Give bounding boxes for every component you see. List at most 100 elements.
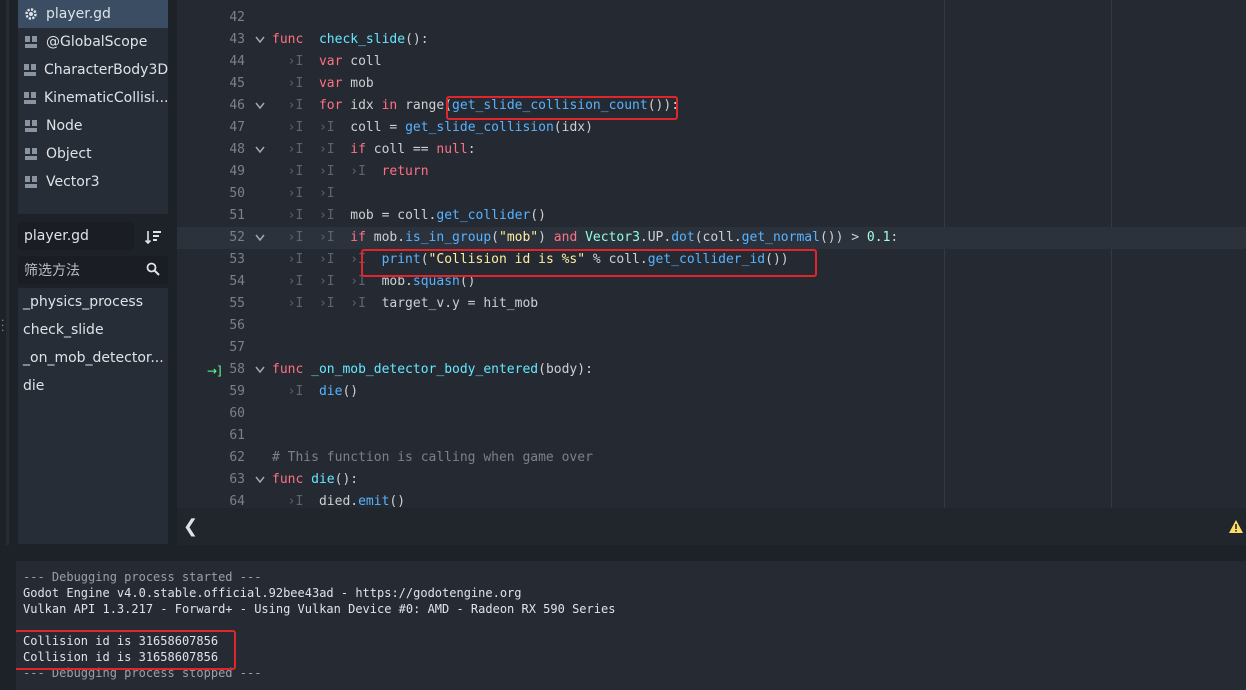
output-line: --- Debugging process stopped ---	[23, 666, 262, 680]
code-text: func _on_mob_detector_body_entered(body)…	[272, 362, 593, 377]
line-number: 60	[229, 406, 245, 421]
fold-arrow-icon[interactable]	[255, 476, 265, 484]
output-line: Collision id is 31658607856	[23, 650, 219, 664]
code-text: ›I ›I	[272, 186, 335, 201]
line-number: 45	[229, 76, 245, 91]
fold-arrow-icon[interactable]	[255, 366, 265, 374]
doc-icon	[23, 146, 39, 162]
code-line: 45 ›I var mob	[177, 73, 1246, 95]
code-editor[interactable]: 42 43 func check_slide(): 44 ›I var coll…	[177, 0, 1246, 508]
code-text: ›I died.emit()	[272, 494, 406, 508]
line-number: 63	[229, 472, 245, 487]
line-number: 56	[229, 318, 245, 333]
panel-separator	[0, 545, 1246, 561]
script-item-label: CharacterBody3D	[44, 62, 168, 78]
code-text: # This function is calling when game ove…	[272, 450, 593, 465]
script-list: player.gd @GlobalScope CharacterBody3D K…	[18, 0, 168, 214]
script-item-label: @GlobalScope	[46, 34, 148, 50]
sort-icon[interactable]	[144, 228, 162, 246]
filter-placeholder: 筛选方法	[24, 263, 80, 279]
code-text: func check_slide():	[272, 32, 429, 47]
line-number: 50	[229, 186, 245, 201]
warning-icon[interactable]	[1228, 519, 1244, 538]
code-text: ›I for idx in range(get_slide_collision_…	[272, 98, 680, 113]
code-text: func die():	[272, 472, 359, 487]
code-line: 50 ›I ›I	[177, 183, 1246, 205]
code-text: ›I var coll	[272, 54, 382, 69]
code-line: 51 ›I ›I mob = coll.get_collider()	[177, 205, 1246, 227]
line-number: 43	[229, 32, 245, 47]
filter-methods-input[interactable]: 筛选方法	[18, 256, 168, 284]
code-line: 43 func check_slide():	[177, 29, 1246, 51]
method-item[interactable]: check_slide	[18, 316, 168, 344]
method-item[interactable]: _physics_process	[18, 288, 168, 316]
fold-arrow-icon[interactable]	[255, 146, 265, 154]
script-item-player-gd[interactable]: player.gd	[18, 0, 168, 28]
code-text: ›I die()	[272, 384, 359, 399]
doc-icon	[23, 174, 39, 190]
line-number: 47	[229, 120, 245, 135]
line-number: 61	[229, 428, 245, 443]
code-line: 54 ›I ›I ›I mob.squash()	[177, 271, 1246, 293]
method-item[interactable]: _on_mob_detector...	[18, 344, 168, 372]
code-line: 62 # This function is calling when game …	[177, 447, 1246, 469]
line-number: 62	[229, 450, 245, 465]
output-panel[interactable]: --- Debugging process started --- Godot …	[16, 561, 1246, 690]
code-line: 42	[177, 7, 1246, 29]
line-number: 44	[229, 54, 245, 69]
output-line: Vulkan API 1.3.217 - Forward+ - Using Vu…	[23, 602, 616, 616]
code-line: 59 ›I die()	[177, 381, 1246, 403]
method-item[interactable]: die	[18, 372, 168, 400]
script-item-label: Node	[46, 118, 83, 134]
line-number: 52	[229, 230, 245, 245]
script-item-object[interactable]: Object	[18, 140, 168, 168]
line-number: 57	[229, 340, 245, 355]
line-number: 55	[229, 296, 245, 311]
script-item-node[interactable]: Node	[18, 112, 168, 140]
output-line: Godot Engine v4.0.stable.official.92bee4…	[23, 586, 522, 600]
left-dock-strip: · · ·	[0, 0, 16, 545]
code-text: ›I ›I ›I target_v.y = hit_mob	[272, 296, 539, 311]
line-number: 49	[229, 164, 245, 179]
code-line: 63 func die():	[177, 469, 1246, 491]
script-item-label: Object	[46, 146, 92, 162]
line-number: 53	[229, 252, 245, 267]
script-item-kinematiccollision[interactable]: KinematicCollisi...	[18, 84, 168, 112]
code-text: ›I ›I coll = get_slide_collision(idx)	[272, 120, 593, 135]
code-text: ›I var mob	[272, 76, 374, 91]
line-number: 64	[229, 494, 245, 508]
file-name-label: player.gd	[24, 228, 89, 244]
code-text: ›I ›I mob = coll.get_collider()	[272, 208, 546, 223]
code-line: 44 ›I var coll	[177, 51, 1246, 73]
code-line: 56	[177, 315, 1246, 337]
line-number: 42	[229, 10, 245, 25]
gear-icon	[23, 6, 39, 22]
code-line: 48 ›I ›I if coll == null:	[177, 139, 1246, 161]
code-line: 49 ›I ›I ›I return	[177, 161, 1246, 183]
editor-status-bar: ❮	[177, 508, 1246, 545]
dock-edge	[6, 0, 9, 545]
script-item-characterbody3d[interactable]: CharacterBody3D	[18, 56, 168, 84]
line-number: 59	[229, 384, 245, 399]
code-line: 55 ›I ›I ›I target_v.y = hit_mob	[177, 293, 1246, 315]
code-text: ›I ›I if mob.is_in_group("mob") and Vect…	[272, 230, 899, 245]
fold-arrow-icon[interactable]	[255, 234, 265, 242]
code-line: 64 ›I died.emit()	[177, 491, 1246, 508]
output-line: --- Debugging process started ---	[23, 570, 262, 584]
drag-handle-icon[interactable]: · · ·	[1, 315, 5, 336]
line-number: 46	[229, 98, 245, 113]
fold-arrow-icon[interactable]	[255, 36, 265, 44]
method-list: _physics_process check_slide _on_mob_det…	[18, 288, 168, 544]
script-item-vector3[interactable]: Vector3	[18, 168, 168, 196]
chevron-left-icon[interactable]: ❮	[183, 516, 198, 537]
script-item-globalscope[interactable]: @GlobalScope	[18, 28, 168, 56]
doc-icon	[23, 90, 37, 106]
script-item-label: KinematicCollisi...	[44, 90, 168, 106]
code-text: ›I ›I ›I return	[272, 164, 429, 179]
fold-arrow-icon[interactable]	[255, 102, 265, 110]
code-line: →] 58 func _on_mob_detector_body_entered…	[177, 359, 1246, 381]
current-file-name: player.gd	[18, 222, 134, 250]
code-text: ›I ›I if coll == null:	[272, 142, 476, 157]
code-line-current: 52 ›I ›I if mob.is_in_group("mob") and V…	[177, 227, 1246, 249]
line-number: 58	[229, 362, 245, 377]
